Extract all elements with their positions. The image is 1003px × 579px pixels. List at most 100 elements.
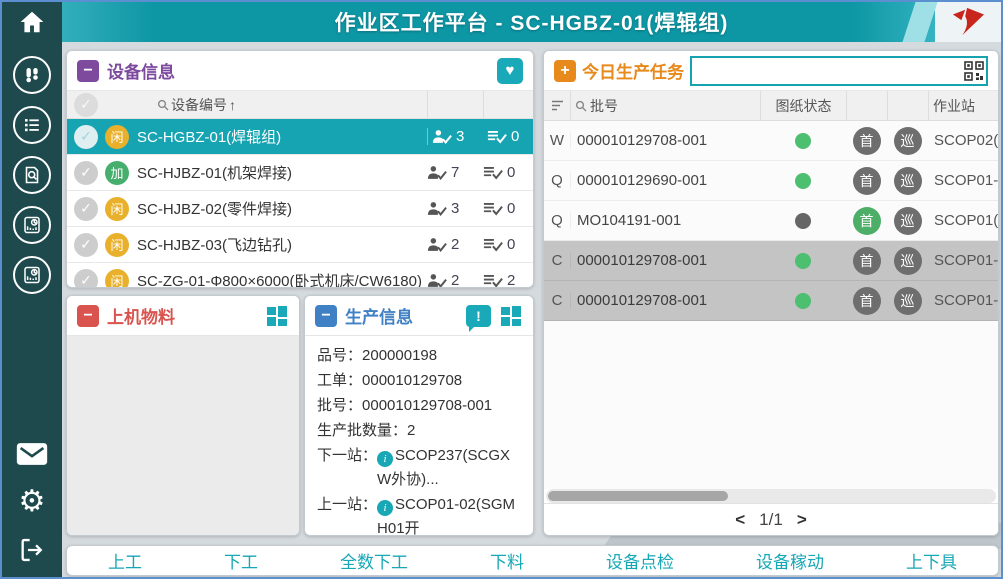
task-type: C [544,292,570,309]
task-station: SCOP01-01(SGM... [928,292,998,309]
logo-icon [948,6,988,38]
row-checkbox[interactable] [74,197,98,221]
mail-icon[interactable] [13,435,51,473]
unload-material-button[interactable]: 下料 [480,546,534,575]
first-inspection-badge[interactable]: 首 [853,127,881,155]
home-icon[interactable] [2,2,62,42]
status-badge: 闲 [105,233,129,257]
column-equipment-code[interactable]: 设备编号 ↑ [105,91,427,118]
materials-panel-title: 上机物料 [107,303,175,328]
scrollbar-thumb[interactable] [548,491,728,501]
first-inspection-badge[interactable]: 首 [853,287,881,315]
end-work-button[interactable]: 下工 [214,546,268,575]
logout-icon[interactable] [13,531,51,569]
patrol-inspection-badge[interactable]: 巡 [894,167,922,195]
equipment-inspection-button[interactable]: 设备点检 [596,546,684,575]
collapse-icon[interactable] [77,60,99,82]
first-inspection-badge[interactable]: 首 [853,207,881,235]
task-row[interactable]: W 000010129708-001 首 巡 SCOP02(SGMH0... [544,121,998,161]
tasks-empty-area [544,321,998,489]
barcode-search-input[interactable] [692,58,962,84]
first-inspection-badge[interactable]: 首 [853,167,881,195]
column-batch[interactable]: 批号 [570,91,760,120]
worklist-icon[interactable] [13,106,51,144]
first-inspection-badge[interactable]: 首 [853,247,881,275]
task-count-icon [483,201,503,216]
task-batch: MO104191-001 [570,212,760,229]
report-icon[interactable] [13,206,51,244]
favorite-button[interactable] [497,58,523,84]
sort-ascending-icon[interactable]: ↑ [229,97,236,113]
filter-icon[interactable] [544,91,570,120]
pagination: < 1/1 > [544,503,998,535]
barcode-search-field [690,56,988,86]
report-alt-icon[interactable] [13,256,51,294]
equipment-row[interactable]: 闲 SC-ZG-01-Φ800×6000(卧式机床/CW6180) 2 2 [67,263,533,287]
alert-message-icon[interactable]: ! [466,305,491,327]
task-count-icon [483,237,503,252]
horizontal-scrollbar[interactable] [546,489,996,503]
production-info-body: 品号：200000198 工单：000010129708 批号：00001012… [305,336,533,535]
row-checkbox[interactable] [74,125,98,149]
field-label: 下一站： [317,444,377,492]
document-search-icon[interactable] [13,156,51,194]
equipment-table-header: 设备编号 ↑ [67,91,533,119]
equipment-code: SC-HGBZ-01(焊辊组) [137,126,427,147]
patrol-inspection-badge[interactable]: 巡 [894,207,922,235]
row-checkbox[interactable] [74,233,98,257]
equipment-code: SC-HJBZ-03(飞边钻孔) [137,234,427,255]
task-row[interactable]: C 000010129708-001 首 巡 SCOP01-01(SGM... [544,281,998,321]
equipment-info-panel: 设备信息 设备编号 ↑ 闲 SC-HGBZ-01(焊辊组) 3 0 [66,50,534,288]
task-row[interactable]: Q MO104191-001 首 巡 SCOP01(SGMH0... [544,201,998,241]
add-task-icon[interactable] [554,60,576,82]
qr-scan-icon[interactable] [962,61,986,81]
previous-page-button[interactable]: < [735,510,745,530]
row-checkbox[interactable] [74,269,98,288]
grid-view-icon[interactable] [499,304,523,328]
patrol-inspection-badge[interactable]: 巡 [894,287,922,315]
patrol-inspection-badge[interactable]: 巡 [894,127,922,155]
equipment-row[interactable]: 闲 SC-HJBZ-03(飞边钻孔) 2 0 [67,227,533,263]
task-station: SCOP01(SGMH0... [928,212,998,229]
production-panel-title: 生产信息 [345,303,413,328]
start-work-button[interactable]: 上工 [98,546,152,575]
equipment-row[interactable]: 加 SC-HJBZ-01(机架焊接) 7 0 [67,155,533,191]
task-type: Q [544,172,570,189]
row-checkbox[interactable] [74,161,98,185]
grid-view-icon[interactable] [265,304,289,328]
tasks-table-header: 批号 图纸状态 作业站 [544,91,998,121]
column-station[interactable]: 作业站 [928,91,998,120]
status-badge: 闲 [105,125,129,149]
task-count: 0 [507,236,515,253]
collapse-icon[interactable] [315,305,337,327]
end-all-work-button[interactable]: 全数下工 [330,546,418,575]
drawing-status-dot [795,213,811,229]
equipment-row[interactable]: 闲 SC-HJBZ-02(零件焊接) 3 0 [67,191,533,227]
andon-icon[interactable] [13,56,51,94]
equipment-code: SC-ZG-01-Φ800×6000(卧式机床/CW6180) [137,270,427,287]
operator-count-icon [427,201,447,216]
task-count-icon [487,129,507,144]
next-page-button[interactable]: > [797,510,807,530]
collapse-icon[interactable] [77,305,99,327]
equipment-panel-title: 设备信息 [107,58,175,83]
operator-count: 2 [451,272,459,287]
patrol-inspection-badge[interactable]: 巡 [894,247,922,275]
task-station: SCOP01-02(SGM... [928,252,998,269]
select-all-checkbox[interactable] [74,93,98,117]
tasks-panel-title: 今日生产任务 [582,58,684,83]
tooling-button[interactable]: 上下具 [896,546,967,575]
search-icon [157,99,169,111]
task-row[interactable]: C 000010129708-001 首 巡 SCOP01-02(SGM... [544,241,998,281]
page-indicator: 1/1 [759,510,783,530]
header-bar: 作业区工作平台 - SC-HGBZ-01(焊辊组) [62,2,1001,42]
column-drawing-status[interactable]: 图纸状态 [760,91,846,120]
info-icon[interactable] [377,451,393,467]
equipment-row[interactable]: 闲 SC-HGBZ-01(焊辊组) 3 0 [67,119,533,155]
equipment-utilization-button[interactable]: 设备稼动 [746,546,834,575]
task-count: 0 [511,128,519,145]
info-icon[interactable] [377,500,393,516]
task-row[interactable]: Q 000010129690-001 首 巡 SCOP01-01(SGM... [544,161,998,201]
settings-icon[interactable]: ⚙ [13,483,51,521]
tasks-table-body: W 000010129708-001 首 巡 SCOP02(SGMH0... Q… [544,121,998,321]
